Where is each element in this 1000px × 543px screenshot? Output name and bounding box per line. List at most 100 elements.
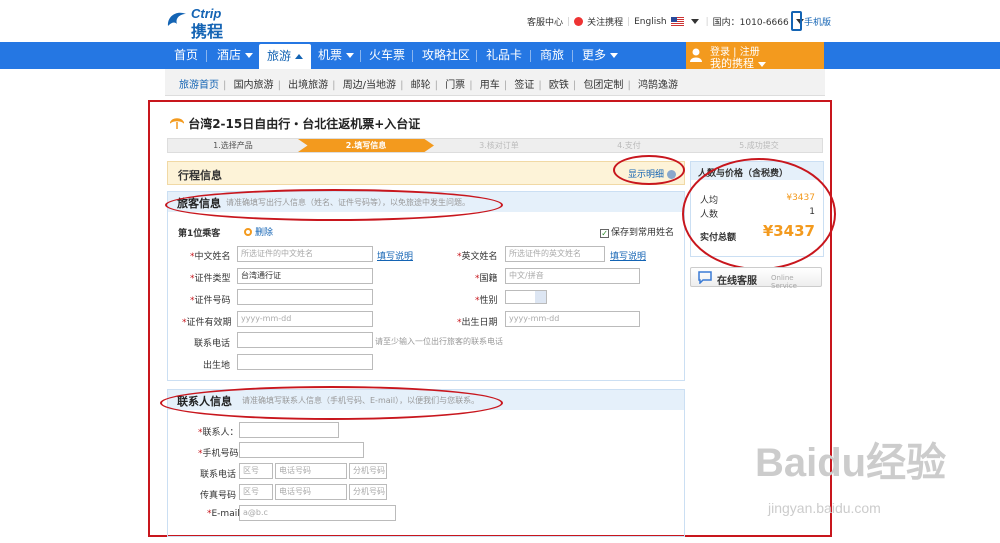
cn-name-help-link[interactable]: 填写说明 <box>377 249 413 262</box>
chat-icon <box>698 271 712 284</box>
birthdate-input[interactable]: yyyy-mm-dd <box>505 311 640 327</box>
itinerary-title: 行程信息 <box>178 169 222 182</box>
sub-nav: 旅游首页 | 国内旅游 | 出境旅游 | 周边/当地游 | 邮轮 | 门票 | 用车 | 签证… <box>165 69 825 96</box>
main-nav: 首页 酒店 旅游 机票 火车票 攻略社区 礼品卡 商旅 更多 <box>0 42 1000 71</box>
weibo-icon[interactable] <box>574 17 584 26</box>
annotation-oval <box>165 189 503 221</box>
nav-business[interactable]: 商旅 <box>540 42 564 69</box>
nationality-label: *国籍 <box>475 274 498 284</box>
chevron-down-icon <box>535 291 546 303</box>
annotation-oval <box>160 386 503 420</box>
login-box[interactable]: 登录 | 注册 我的携程 <box>686 42 824 70</box>
cn-name-input[interactable]: 所选证件的中文姓名 <box>237 246 373 262</box>
chevron-down-icon <box>610 53 619 58</box>
birthplace-input[interactable] <box>237 354 373 370</box>
ctrip-logo[interactable]: Ctrip 携程 <box>165 6 250 41</box>
annotation-oval <box>682 158 836 270</box>
step-3: 3.核对订单 <box>479 141 519 150</box>
subnav-item[interactable]: 出境旅游 <box>288 80 328 91</box>
subnav-item[interactable]: 用车 <box>480 80 500 91</box>
itinerary-header: 行程信息 显示明细 <box>167 161 685 185</box>
page-title-text: 台湾2-15日自由行・台北往返机票+入台证 <box>188 117 421 131</box>
baidu-watermark: Baidu经验 <box>755 441 947 485</box>
subnav-item[interactable]: 周边/当地游 <box>343 80 396 91</box>
id-type-select[interactable]: 台湾通行证 <box>237 268 373 284</box>
logo-cn: 携程 <box>191 22 224 41</box>
chevron-down-icon <box>245 53 254 58</box>
user-icon <box>690 48 702 62</box>
chevron-down-icon[interactable] <box>690 19 699 24</box>
phone-input[interactable] <box>237 332 373 348</box>
contact-name-label: *联系人： <box>198 428 239 438</box>
chevron-down-icon <box>758 61 766 67</box>
expiry-label: *证件有效期 <box>182 318 232 328</box>
subnav-item[interactable]: 邮轮 <box>411 80 431 91</box>
delete-icon <box>244 228 252 236</box>
subnav-item[interactable]: 签证 <box>514 80 534 91</box>
id-number-input[interactable] <box>237 289 373 305</box>
mobile-link[interactable]: 手机版 <box>791 11 831 31</box>
page-title: 台湾2-15日自由行・台北往返机票+入台证 <box>169 115 421 132</box>
nav-more[interactable]: 更多 <box>582 42 619 69</box>
baidu-watermark-url: jingyan.baidu.com <box>768 500 881 516</box>
birthdate-label: *出生日期 <box>457 318 498 328</box>
palm-icon <box>169 118 185 129</box>
birthplace-label: 出生地 <box>203 361 231 371</box>
expiry-input[interactable]: yyyy-mm-dd <box>237 311 373 327</box>
link-hotline[interactable]: 国内：1010-6666 <box>713 15 789 28</box>
link-service-center[interactable]: 客服中心 <box>527 15 563 28</box>
subnav-item[interactable]: 包团定制 <box>583 80 623 91</box>
nationality-input[interactable]: 中文/拼音 <box>505 268 640 284</box>
tel-area-input[interactable]: 区号 <box>239 463 273 479</box>
en-name-help-link[interactable]: 填写说明 <box>610 249 646 262</box>
tel-ext-input[interactable]: 分机号码 <box>349 463 387 479</box>
fax-area-input[interactable]: 区号 <box>239 484 273 500</box>
phone-icon <box>791 11 802 31</box>
dolphin-icon <box>167 12 186 26</box>
nav-community[interactable]: 攻略社区 <box>422 42 470 69</box>
online-service-label: 在线客服 <box>717 276 757 287</box>
subnav-item[interactable]: 门票 <box>445 80 465 91</box>
link-follow[interactable]: 关注携程 <box>587 15 623 28</box>
annotation-oval <box>613 155 685 185</box>
delete-passenger[interactable]: 删除 <box>244 225 273 238</box>
nav-home[interactable]: 首页 <box>174 42 198 69</box>
link-english[interactable]: English <box>634 17 667 27</box>
email-input[interactable]: a@b.c <box>239 505 396 521</box>
subnav-item[interactable]: 欧铁 <box>549 80 569 91</box>
contact-name-input[interactable] <box>239 422 339 438</box>
mobile-label: 手机版 <box>804 17 832 28</box>
gender-select[interactable] <box>505 290 547 304</box>
online-service-en: Online Service <box>771 274 797 290</box>
step-4: 4.支付 <box>617 141 641 150</box>
nav-travel[interactable]: 旅游 <box>259 44 312 71</box>
subnav-item[interactable]: 旅游首页 <box>179 80 219 91</box>
mobile-input[interactable] <box>239 442 364 458</box>
nav-flights[interactable]: 机票 <box>318 42 355 69</box>
top-links: 客服中心 | 关注携程 | English | 国内：1010-6666 <box>527 15 807 28</box>
id-type-label: *证件类型 <box>190 274 231 284</box>
id-number-label: *证件号码 <box>190 296 231 306</box>
step-5: 5.成功提交 <box>739 141 779 150</box>
en-name-input[interactable]: 所选证件的英文姓名 <box>505 246 605 262</box>
fax-label: 传真号码 <box>200 491 237 501</box>
tel-number-input[interactable]: 电话号码 <box>275 463 347 479</box>
phone-label: 联系电话 <box>194 339 231 349</box>
subnav-item[interactable]: 鸿鹄逸游 <box>638 80 678 91</box>
chevron-down-icon <box>346 53 355 58</box>
online-service-button[interactable]: 在线客服 Online Service <box>690 267 822 290</box>
nav-giftcard[interactable]: 礼品卡 <box>486 42 522 69</box>
fax-ext-input[interactable]: 分机号码 <box>349 484 387 500</box>
traveler-section: 旅客信息 请准确填写出行人信息（姓名、证件号码等），以免旅途中发生问题。 第1位… <box>167 191 685 381</box>
subnav-item[interactable]: 国内旅游 <box>234 80 274 91</box>
phone-note: 请至少输入一位出行旅客的联系电话 <box>375 337 503 346</box>
en-name-label: *英文姓名 <box>457 252 498 262</box>
nav-hotel[interactable]: 酒店 <box>217 42 254 69</box>
gender-label: *性别 <box>475 296 498 306</box>
cn-name-label: *中文姓名 <box>190 252 231 262</box>
save-common-name[interactable]: ✓ 保存到常用姓名 <box>600 225 674 238</box>
fax-number-input[interactable]: 电话号码 <box>275 484 347 500</box>
nav-train[interactable]: 火车票 <box>369 42 405 69</box>
us-flag-icon <box>670 17 684 26</box>
passenger-label: 第1位乘客 <box>178 229 221 239</box>
